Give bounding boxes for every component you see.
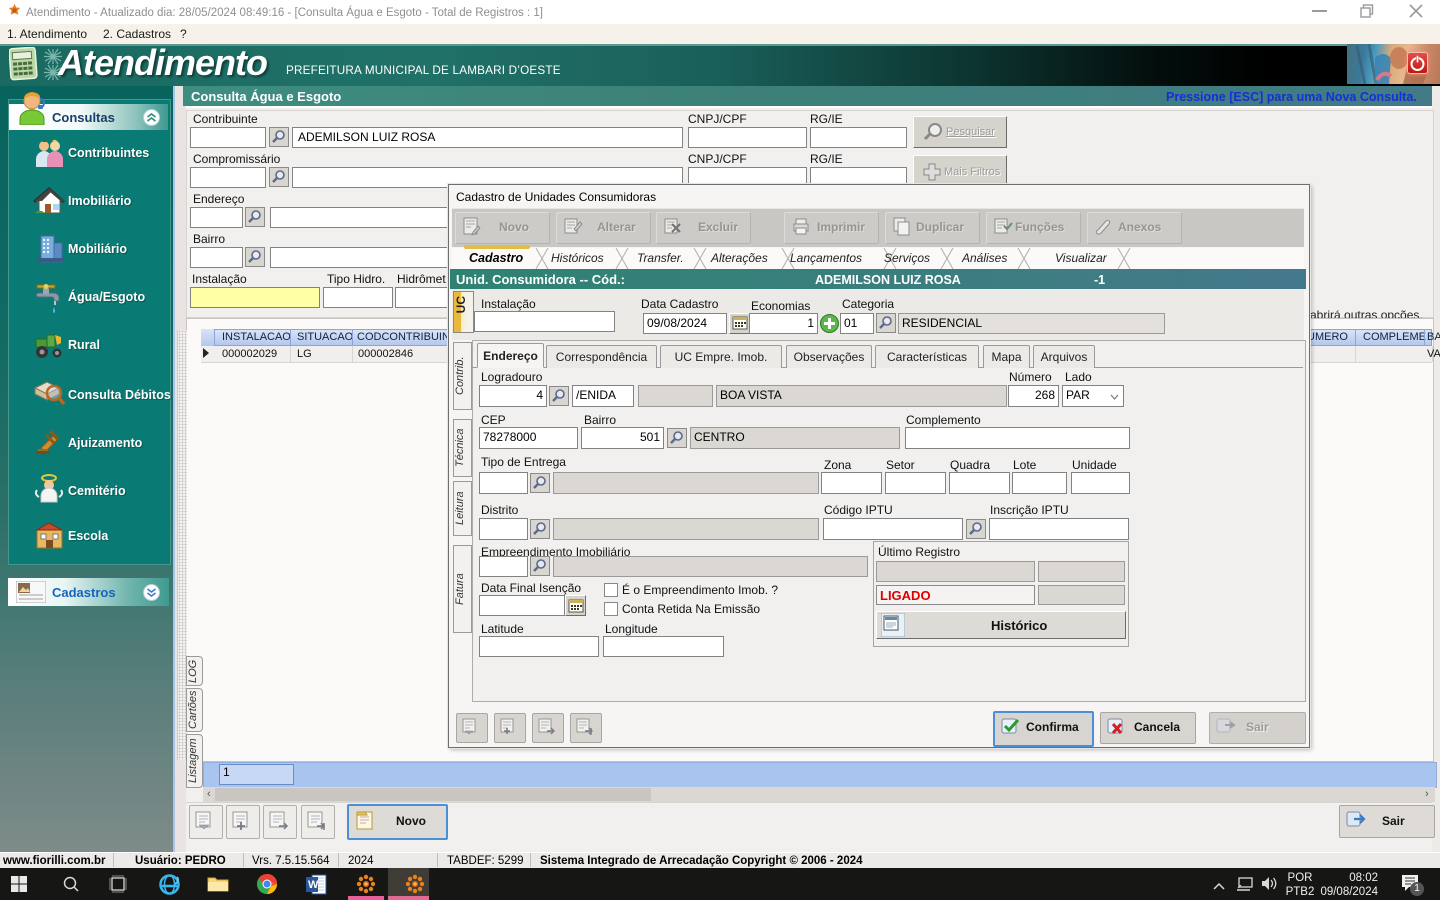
svg-text:W: W	[308, 879, 319, 891]
